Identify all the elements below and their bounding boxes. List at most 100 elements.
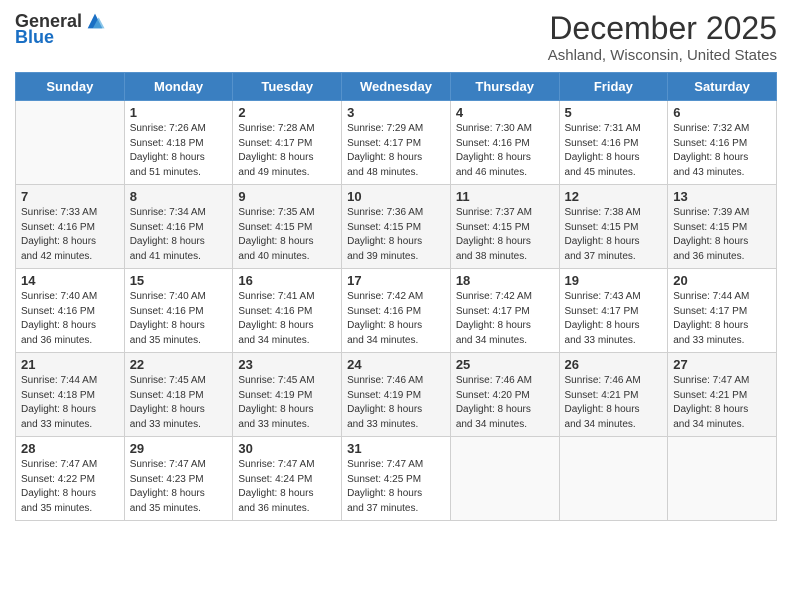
calendar-cell: 11 Sunrise: 7:37 AMSunset: 4:15 PMDayligh… (450, 185, 559, 269)
day-number: 3 (347, 105, 445, 120)
day-info: Sunrise: 7:28 AMSunset: 4:17 PMDaylight:… (238, 122, 336, 180)
weekday-header-tuesday: Tuesday (233, 73, 342, 101)
logo-icon (84, 10, 106, 32)
weekday-header-wednesday: Wednesday (342, 73, 451, 101)
calendar-cell: 12Sunrise: 7:38 AMSunset: 4:15 PMDayligh… (559, 185, 668, 269)
calendar-cell (450, 437, 559, 521)
day-number: 20 (673, 273, 771, 288)
calendar-cell: 22 Sunrise: 7:45 AMSunset: 4:18 PMDayligh… (124, 353, 233, 437)
day-info: Sunrise: 7:30 AMSunset: 4:16 PMDaylight:… (456, 122, 554, 180)
day-number: 14 (21, 273, 119, 288)
day-number: 25 (456, 357, 554, 372)
day-info: Sunrise: 7:46 AMSunset: 4:21 PMDaylight:… (565, 374, 663, 432)
day-info: Sunrise: 7:47 AMSunset: 4:22 PMDaylight:… (21, 458, 119, 516)
calendar-cell (668, 437, 777, 521)
day-info: Sunrise: 7:33 AMSunset: 4:16 PMDaylight:… (21, 206, 119, 264)
day-info: Sunrise: 7:35 AMSunset: 4:15 PMDaylight:… (238, 206, 336, 264)
day-number: 15 (130, 273, 228, 288)
calendar-cell: 2 Sunrise: 7:28 AMSunset: 4:17 PMDaylight… (233, 101, 342, 185)
calendar-week-row: 14 Sunrise: 7:40 AMSunset: 4:16 PMDayligh… (16, 269, 777, 353)
day-info: Sunrise: 7:40 AMSunset: 4:16 PMDaylight:… (130, 290, 228, 348)
day-number: 30 (238, 441, 336, 456)
day-info: Sunrise: 7:45 AMSunset: 4:18 PMDaylight:… (130, 374, 228, 432)
day-info: Sunrise: 7:36 AMSunset: 4:15 PMDaylight:… (347, 206, 445, 264)
calendar-cell (16, 101, 125, 185)
day-number: 23 (238, 357, 336, 372)
day-info: Sunrise: 7:46 AMSunset: 4:20 PMDaylight:… (456, 374, 554, 432)
calendar-cell: 18Sunrise: 7:42 AMSunset: 4:17 PMDayligh… (450, 269, 559, 353)
day-info: Sunrise: 7:39 AMSunset: 4:15 PMDaylight:… (673, 206, 771, 264)
calendar-cell: 21 Sunrise: 7:44 AMSunset: 4:18 PMDayligh… (16, 353, 125, 437)
day-number: 27 (673, 357, 771, 372)
day-number: 8 (130, 189, 228, 204)
calendar-cell: 28 Sunrise: 7:47 AMSunset: 4:22 PMDayligh… (16, 437, 125, 521)
day-info: Sunrise: 7:40 AMSunset: 4:16 PMDaylight:… (21, 290, 119, 348)
day-number: 10 (347, 189, 445, 204)
calendar-cell: 4 Sunrise: 7:30 AMSunset: 4:16 PMDaylight… (450, 101, 559, 185)
day-number: 9 (238, 189, 336, 204)
day-info: Sunrise: 7:46 AMSunset: 4:19 PMDaylight:… (347, 374, 445, 432)
page-header: General Blue December 2025 Ashland, Wisc… (15, 10, 777, 64)
day-number: 12 (565, 189, 663, 204)
calendar-cell: 10 Sunrise: 7:36 AMSunset: 4:15 PMDayligh… (342, 185, 451, 269)
day-number: 7 (21, 189, 119, 204)
calendar-week-row: 1 Sunrise: 7:26 AMSunset: 4:18 PMDaylight… (16, 101, 777, 185)
day-info: Sunrise: 7:45 AMSunset: 4:19 PMDaylight:… (238, 374, 336, 432)
day-number: 1 (130, 105, 228, 120)
day-number: 29 (130, 441, 228, 456)
day-info: Sunrise: 7:47 AMSunset: 4:25 PMDaylight:… (347, 458, 445, 516)
day-number: 13 (673, 189, 771, 204)
weekday-header-sunday: Sunday (16, 73, 125, 101)
day-info: Sunrise: 7:29 AMSunset: 4:17 PMDaylight:… (347, 122, 445, 180)
calendar-cell: 20 Sunrise: 7:44 AMSunset: 4:17 PMDayligh… (668, 269, 777, 353)
calendar-cell (559, 437, 668, 521)
calendar-cell: 29Sunrise: 7:47 AMSunset: 4:23 PMDayligh… (124, 437, 233, 521)
calendar-cell: 9 Sunrise: 7:35 AMSunset: 4:15 PMDaylight… (233, 185, 342, 269)
calendar-table: SundayMondayTuesdayWednesdayThursdayFrid… (15, 72, 777, 521)
logo: General Blue (15, 10, 106, 46)
day-number: 6 (673, 105, 771, 120)
day-info: Sunrise: 7:43 AMSunset: 4:17 PMDaylight:… (565, 290, 663, 348)
calendar-cell: 15 Sunrise: 7:40 AMSunset: 4:16 PMDayligh… (124, 269, 233, 353)
day-info: Sunrise: 7:42 AMSunset: 4:16 PMDaylight:… (347, 290, 445, 348)
day-number: 2 (238, 105, 336, 120)
day-number: 18 (456, 273, 554, 288)
day-info: Sunrise: 7:37 AMSunset: 4:15 PMDaylight:… (456, 206, 554, 264)
day-number: 28 (21, 441, 119, 456)
day-number: 21 (21, 357, 119, 372)
day-number: 16 (238, 273, 336, 288)
calendar-cell: 14 Sunrise: 7:40 AMSunset: 4:16 PMDayligh… (16, 269, 125, 353)
location-title: Ashland, Wisconsin, United States (548, 47, 777, 64)
calendar-cell: 27Sunrise: 7:47 AMSunset: 4:21 PMDayligh… (668, 353, 777, 437)
day-info: Sunrise: 7:44 AMSunset: 4:18 PMDaylight:… (21, 374, 119, 432)
day-number: 26 (565, 357, 663, 372)
weekday-header-friday: Friday (559, 73, 668, 101)
calendar-cell: 17 Sunrise: 7:42 AMSunset: 4:16 PMDayligh… (342, 269, 451, 353)
day-info: Sunrise: 7:44 AMSunset: 4:17 PMDaylight:… (673, 290, 771, 348)
month-title: December 2025 (548, 10, 777, 47)
weekday-header-saturday: Saturday (668, 73, 777, 101)
calendar-cell: 13 Sunrise: 7:39 AMSunset: 4:15 PMDayligh… (668, 185, 777, 269)
calendar-cell: 23 Sunrise: 7:45 AMSunset: 4:19 PMDayligh… (233, 353, 342, 437)
day-number: 22 (130, 357, 228, 372)
day-number: 24 (347, 357, 445, 372)
day-number: 5 (565, 105, 663, 120)
weekday-header-row: SundayMondayTuesdayWednesdayThursdayFrid… (16, 73, 777, 101)
weekday-header-monday: Monday (124, 73, 233, 101)
calendar-cell: 1 Sunrise: 7:26 AMSunset: 4:18 PMDaylight… (124, 101, 233, 185)
day-number: 11 (456, 189, 554, 204)
calendar-cell: 19Sunrise: 7:43 AMSunset: 4:17 PMDayligh… (559, 269, 668, 353)
calendar-cell: 3 Sunrise: 7:29 AMSunset: 4:17 PMDaylight… (342, 101, 451, 185)
calendar-cell: 26 Sunrise: 7:46 AMSunset: 4:21 PMDayligh… (559, 353, 668, 437)
calendar-cell: 5 Sunrise: 7:31 AMSunset: 4:16 PMDaylight… (559, 101, 668, 185)
day-number: 17 (347, 273, 445, 288)
day-number: 31 (347, 441, 445, 456)
calendar-cell: 24 Sunrise: 7:46 AMSunset: 4:19 PMDayligh… (342, 353, 451, 437)
calendar-cell: 25 Sunrise: 7:46 AMSunset: 4:20 PMDayligh… (450, 353, 559, 437)
calendar-cell: 8Sunrise: 7:34 AMSunset: 4:16 PMDaylight… (124, 185, 233, 269)
day-info: Sunrise: 7:26 AMSunset: 4:18 PMDaylight:… (130, 122, 228, 180)
day-number: 4 (456, 105, 554, 120)
day-info: Sunrise: 7:32 AMSunset: 4:16 PMDaylight:… (673, 122, 771, 180)
day-info: Sunrise: 7:31 AMSunset: 4:16 PMDaylight:… (565, 122, 663, 180)
title-block: December 2025 Ashland, Wisconsin, United… (548, 10, 777, 64)
